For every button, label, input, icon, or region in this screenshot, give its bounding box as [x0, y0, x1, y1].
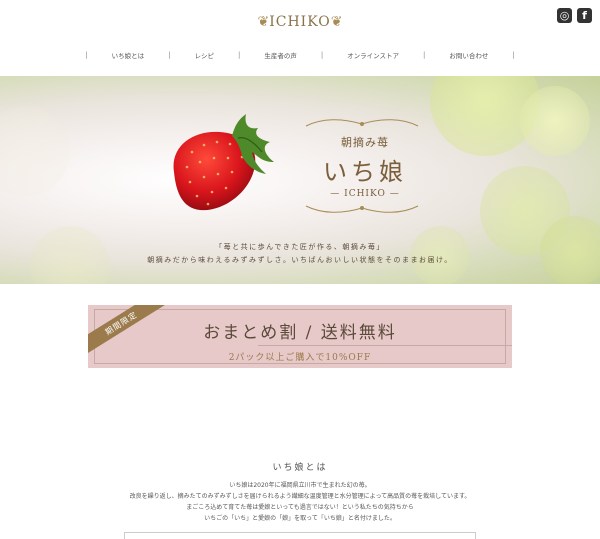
banner-divider [258, 345, 512, 346]
nav-about[interactable]: いち娘とは [112, 50, 145, 60]
instagram-icon[interactable]: ◎ [557, 8, 572, 23]
about-line-1: いち娘は2020年に福岡県立川市で生まれた幻の苺。 [229, 482, 371, 489]
hero-section: 朝摘み苺 いち娘 — ICHIKO — 「苺と共に歩んできた匠が作る、朝摘み苺」… [0, 76, 600, 284]
banner-title: おまとめ割 / 送料無料 [203, 323, 397, 343]
about-text: いち娘は2020年に福岡県立川市で生まれた幻の苺。 改良を繰り返し、摘みたてのみ… [0, 480, 600, 524]
hero-title-block: 朝摘み苺 いち娘 — ICHIKO — [290, 116, 440, 199]
hero-description: 「苺と共に歩んできた匠が作る、朝摘み苺」 朝摘みだから味わえるみずみずしさ。いち… [0, 241, 600, 267]
about-line-2: 改良を繰り返し、摘みたてのみずみずしさを届けられるよう繊細な温度管理と水分管理に… [129, 493, 471, 500]
campaign-banner[interactable]: 期間限定 おまとめ割 / 送料無料 2パック以上ご購入で10%OFF [88, 305, 512, 368]
banner-subtitle: 2パック以上ご購入で10%OFF [228, 353, 372, 363]
strawberry-image [173, 114, 274, 211]
site-logo[interactable]: ❦ ICHIKO ❦ [254, 10, 346, 34]
about-line-4: いちごの「いち」と愛娘の「娘」を取って「いち娘」と名付けました。 [204, 515, 396, 522]
hero-ornament-bottom-icon [305, 205, 419, 213]
about-heading: いち娘とは [272, 463, 328, 473]
global-nav: | いち娘とは | レシピ | 生産者の声 | オンラインストア | お問い合わ… [85, 50, 515, 60]
nav-online-store[interactable]: オンラインストア [347, 50, 399, 60]
logo-ornament-left-icon: ❦ [257, 14, 270, 30]
social-links: ◎ f [557, 8, 592, 23]
nav-producer[interactable]: 生産者の声 [264, 50, 297, 60]
hero-brand: — ICHIKO — [330, 189, 400, 199]
facebook-icon[interactable]: f [577, 8, 592, 23]
about-content-box [124, 532, 476, 539]
about-line-3: まごころ込めて育てた苺は愛娘といっても過言ではない！という私たちの気持ちから [186, 504, 414, 511]
hero-desc-line-1: 「苺と共に歩んできた匠が作る、朝摘み苺」 [215, 243, 385, 251]
logo-ornament-right-icon: ❦ [330, 14, 343, 30]
logo-text: ICHIKO [269, 14, 331, 30]
nav-recipe[interactable]: レシピ [194, 50, 214, 60]
hero-title: いち娘 [323, 158, 407, 186]
hero-desc-line-2: 朝摘みだから味わえるみずみずしさ。いちばんおいしい状態をそのままお届け。 [147, 256, 453, 264]
nav-contact[interactable]: お問い合わせ [449, 50, 488, 60]
site-header: ❦ ICHIKO ❦ ◎ f | いち娘とは | レシピ | 生産者の声 | オ… [0, 0, 600, 76]
hero-subtitle: 朝摘み苺 [341, 136, 389, 149]
